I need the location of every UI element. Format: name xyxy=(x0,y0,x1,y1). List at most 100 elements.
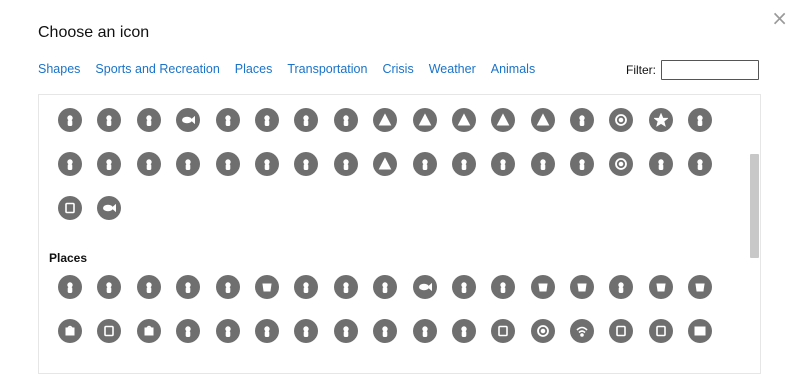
email-at-icon[interactable] xyxy=(530,319,555,343)
ice-cream-icon[interactable] xyxy=(451,275,476,299)
icon-cell xyxy=(294,319,333,343)
tab-shapes[interactable]: Shapes xyxy=(38,62,80,76)
filter-input[interactable] xyxy=(661,60,759,80)
hiking-icon[interactable] xyxy=(58,152,82,176)
wine-icon[interactable] xyxy=(609,275,634,299)
bottles-icon[interactable] xyxy=(176,319,201,343)
icon-cell xyxy=(530,275,570,299)
tab-animals[interactable]: Animals xyxy=(491,62,535,76)
archery-icon[interactable] xyxy=(254,152,279,176)
cash-register-icon[interactable] xyxy=(97,319,122,343)
burger-icon[interactable] xyxy=(136,275,161,299)
billboard-icon[interactable] xyxy=(58,196,82,220)
atv-icon[interactable] xyxy=(609,152,634,176)
icon-row xyxy=(58,319,728,343)
tab-weather[interactable]: Weather xyxy=(429,62,476,76)
tent-icon[interactable] xyxy=(373,152,398,176)
tab-sports-and-recreation[interactable]: Sports and Recreation xyxy=(95,62,219,76)
snorkel-icon[interactable] xyxy=(97,108,122,132)
hunting-icon[interactable] xyxy=(215,152,240,176)
section-label-places: Places xyxy=(49,251,88,265)
binoculars-icon[interactable] xyxy=(333,152,358,176)
cup-icon[interactable] xyxy=(530,275,555,299)
tree-icon[interactable] xyxy=(373,108,398,132)
fishing-icon[interactable] xyxy=(97,196,122,220)
sign-icon[interactable] xyxy=(412,319,437,343)
bowl-icon[interactable] xyxy=(254,275,279,299)
chicken-icon[interactable] xyxy=(373,275,398,299)
golf-icon[interactable] xyxy=(294,108,319,132)
hot-spring-icon[interactable] xyxy=(570,108,595,132)
swimming-icon[interactable] xyxy=(58,108,82,132)
cart-icon[interactable] xyxy=(136,319,161,343)
dumpling-icon[interactable] xyxy=(294,275,319,299)
axe-icon[interactable] xyxy=(530,152,555,176)
tab-places[interactable]: Places xyxy=(235,62,273,76)
restaurant-icon[interactable] xyxy=(58,275,82,299)
cocktail-icon[interactable] xyxy=(491,275,516,299)
campfire-icon[interactable] xyxy=(451,152,476,176)
ski-jump-icon[interactable] xyxy=(215,108,240,132)
fish-food-icon[interactable] xyxy=(412,275,437,299)
icon-cell xyxy=(491,319,530,343)
beer-mug-icon[interactable] xyxy=(570,275,595,299)
icon-cell xyxy=(215,108,255,132)
cow-icon[interactable] xyxy=(333,275,358,299)
guitar-icon[interactable] xyxy=(412,152,437,176)
round-tree-icon[interactable] xyxy=(412,108,437,132)
scrollbar-thumb[interactable] xyxy=(750,154,759,258)
shopping-bag-icon[interactable] xyxy=(58,319,82,343)
mountain-icon[interactable] xyxy=(491,108,516,132)
deer-icon[interactable] xyxy=(176,152,201,176)
icon-cell xyxy=(412,152,452,176)
tea-icon[interactable] xyxy=(688,275,713,299)
icon-cell xyxy=(451,319,491,343)
icon-cell xyxy=(451,275,491,299)
phone-icon[interactable] xyxy=(491,319,516,343)
trailer-icon[interactable] xyxy=(688,152,713,176)
bread-icon[interactable] xyxy=(176,275,201,299)
fast-food-icon[interactable] xyxy=(97,275,122,299)
rv-icon[interactable] xyxy=(648,152,673,176)
fish-icon[interactable] xyxy=(176,108,201,132)
flower-icon[interactable] xyxy=(333,319,358,343)
close-icon[interactable]: × xyxy=(771,6,788,30)
icon-cell xyxy=(570,275,609,299)
shoe-icon[interactable] xyxy=(215,319,240,343)
parachute-icon[interactable] xyxy=(254,108,279,132)
star-icon[interactable] xyxy=(648,108,673,132)
waterfall-icon[interactable] xyxy=(609,108,634,132)
grain-icon[interactable] xyxy=(373,319,398,343)
icon-row xyxy=(58,152,728,176)
icon-cell xyxy=(294,275,333,299)
ring-icon[interactable] xyxy=(294,319,319,343)
picnic-table-icon[interactable] xyxy=(333,108,358,132)
icon-cell xyxy=(609,152,648,176)
wifi-icon[interactable] xyxy=(570,319,595,343)
icon-row xyxy=(58,196,137,220)
icon-cell xyxy=(215,319,255,343)
tab-crisis[interactable]: Crisis xyxy=(382,62,413,76)
campsite-icon[interactable] xyxy=(530,108,555,132)
pizza-icon[interactable] xyxy=(215,275,240,299)
hikers-icon[interactable] xyxy=(97,152,122,176)
pharmacy-icon[interactable] xyxy=(451,319,476,343)
flag-icon[interactable] xyxy=(136,152,161,176)
hiker-icon[interactable] xyxy=(688,108,713,132)
icon-cell xyxy=(254,319,294,343)
icon-cell xyxy=(491,108,530,132)
coffee-icon[interactable] xyxy=(648,275,673,299)
caravan-icon[interactable] xyxy=(570,152,595,176)
grill-icon[interactable] xyxy=(491,152,516,176)
laptop-icon[interactable] xyxy=(609,319,634,343)
palm-tree-icon[interactable] xyxy=(451,108,476,132)
monitor-icon[interactable] xyxy=(648,319,673,343)
icon-cell xyxy=(97,108,136,132)
hanger-icon[interactable] xyxy=(254,319,279,343)
icon-cell xyxy=(373,275,412,299)
tab-transportation[interactable]: Transportation xyxy=(287,62,367,76)
telescope-icon[interactable] xyxy=(294,152,319,176)
book-icon[interactable] xyxy=(688,319,713,343)
kayak-icon[interactable] xyxy=(136,108,161,132)
icon-cell xyxy=(648,319,688,343)
